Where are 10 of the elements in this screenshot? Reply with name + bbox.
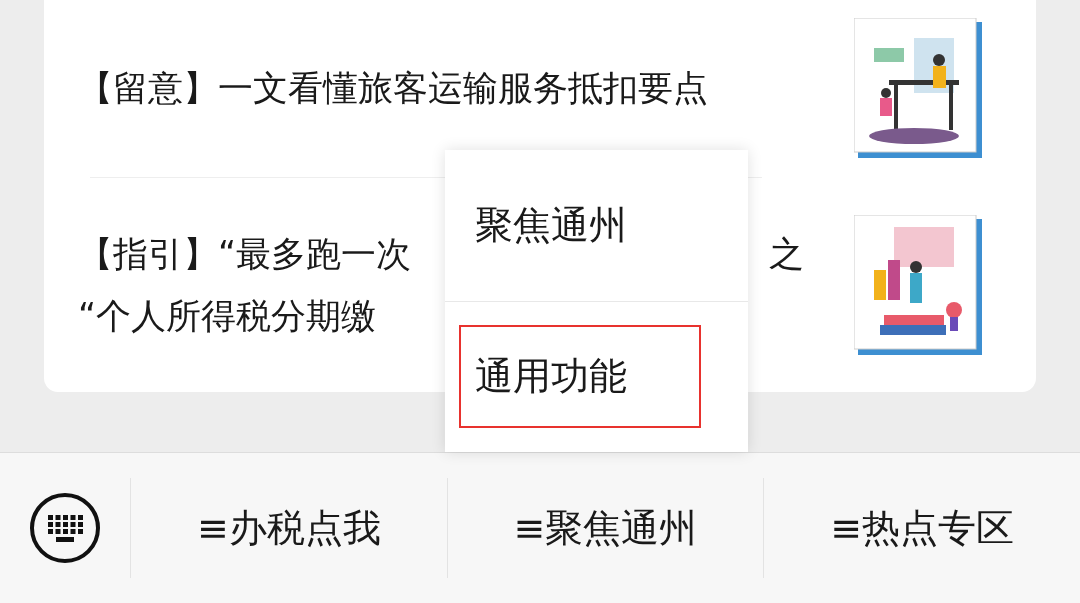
menu-button[interactable]: ≡办税点我 [130,478,447,578]
menu-button[interactable]: ≡聚焦通州 [446,478,764,578]
menu-item[interactable]: 聚焦通州 [459,173,701,277]
article-title[interactable]: 【留意】一文看懂旅客运输服务抵扣要点 [78,68,708,109]
menu-item[interactable]: 通用功能 [459,325,701,429]
menu-button[interactable]: ≡热点专区 [763,478,1080,578]
article-title[interactable]: 之 [769,233,804,274]
article-title[interactable]: “个人所得税分期缴 [78,295,377,336]
keyboard-icon[interactable] [29,492,101,564]
article-title[interactable]: 【指引】“最多跑一次 [78,233,412,274]
